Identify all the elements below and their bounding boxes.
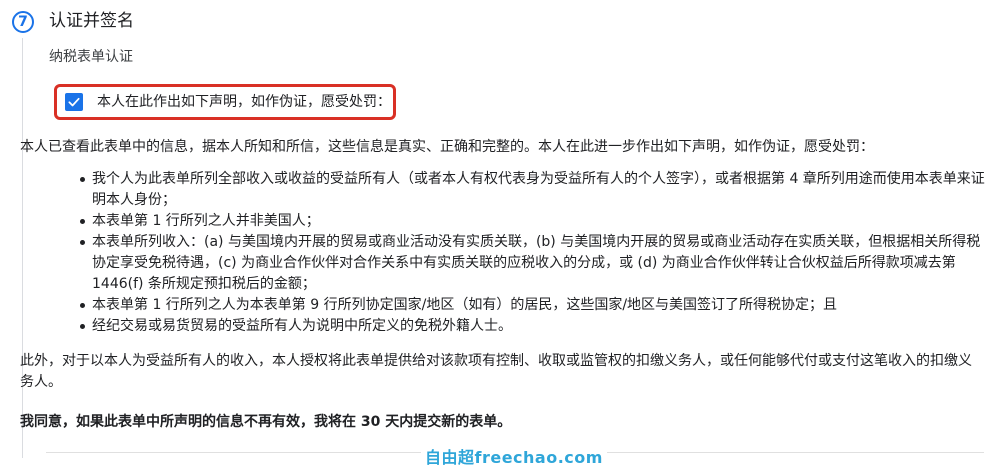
- check-icon: [68, 97, 80, 107]
- declaration-list: 我个人为此表单所列全部收入或收益的受益所有人（或者本人有权代表身为受益所有人的个…: [20, 169, 985, 337]
- declaration-agreement: 我同意，如果此表单中所声明的信息不再有效，我将在 30 天内提交新的表单。: [20, 414, 512, 430]
- declaration-authorization: 此外，对于以本人为受益所有人的收入，本人授权将此表单提供给对该款项有控制、收取或…: [20, 353, 972, 390]
- list-item: 本表单第 1 行所列之人为本表单第 9 行所列协定国家/地区（如有）的居民，这些…: [80, 295, 985, 316]
- list-item: 本表单所列收入：(a) 与美国境内开展的贸易或商业活动没有实质关联，(b) 与美…: [80, 232, 985, 295]
- section-subtitle: 纳税表单认证: [49, 49, 133, 65]
- step-number-badge: 7: [12, 11, 34, 33]
- declaration-intro: 本人已查看此表单中的信息，据本人所知和所信，这些信息是真实、正确和完整的。本人在…: [20, 139, 874, 155]
- list-item: 经纪交易或易货贸易的受益所有人为说明中所定义的免税外籍人士。: [80, 316, 985, 337]
- site-watermark: 自由超freechao.com: [421, 448, 607, 468]
- certification-checkbox-row[interactable]: 本人在此作出如下声明，如作伪证，愿受处罚：: [54, 84, 396, 120]
- certification-checkbox-label: 本人在此作出如下声明，如作伪证，愿受处罚：: [97, 94, 391, 110]
- certification-checkbox[interactable]: [65, 93, 83, 111]
- certify-and-sign-section: 7 认证并签名 纳税表单认证 本人在此作出如下声明，如作伪证，愿受处罚： 本人已…: [0, 0, 1000, 468]
- list-item: 我个人为此表单所列全部收入或收益的受益所有人（或者本人有权代表身为受益所有人的个…: [80, 169, 985, 211]
- list-item: 本表单第 1 行所列之人并非美国人；: [80, 211, 985, 232]
- declaration-text: 本人已查看此表单中的信息，据本人所知和所信，这些信息是真实、正确和完整的。本人在…: [20, 137, 985, 433]
- step-title: 认证并签名: [49, 11, 134, 31]
